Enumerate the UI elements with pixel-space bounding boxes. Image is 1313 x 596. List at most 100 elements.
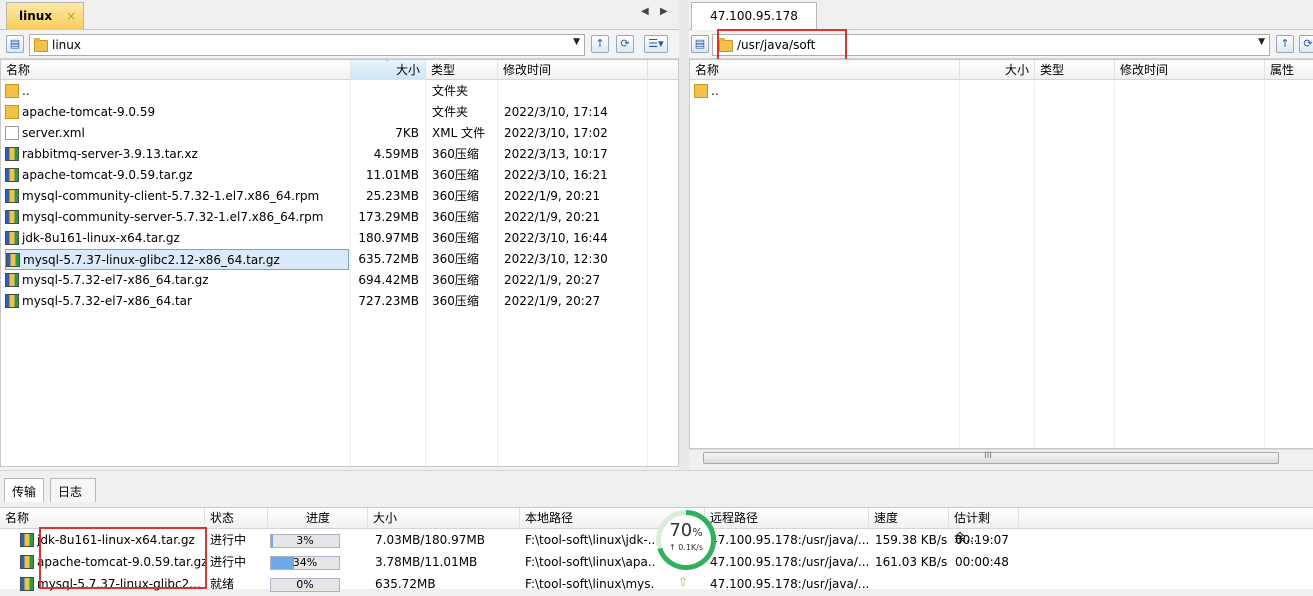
col-name[interactable]: 名称 bbox=[0, 508, 205, 528]
col-size[interactable]: 大小 bbox=[960, 60, 1035, 80]
file-name[interactable]: mysql-5.7.32-el7-x86_64.tar bbox=[5, 291, 349, 312]
col-type[interactable]: 类型 bbox=[426, 60, 498, 80]
col-progress[interactable]: 进度 bbox=[268, 508, 368, 528]
speed-gauge[interactable]: 70% ↑ 0.1K/s bbox=[656, 510, 716, 570]
bottom-tabbar: 传输 日志 bbox=[0, 478, 1313, 502]
file-row[interactable]: apache-tomcat-9.0.59.tar.gz 11.01MB 360压缩 2… bbox=[1, 165, 678, 186]
file-size: 11.01MB bbox=[366, 168, 419, 182]
transfer-speed: 159.38 KB/s bbox=[875, 533, 948, 547]
file-type: 360压缩 bbox=[432, 168, 479, 182]
transfer-speed: 161.03 KB/s bbox=[875, 555, 948, 569]
transfer-size: 7.03MB/180.97MB bbox=[375, 533, 485, 547]
col-name[interactable]: 名称 bbox=[690, 60, 960, 80]
file-name[interactable]: .. bbox=[694, 81, 954, 102]
transfer-eta bbox=[955, 574, 1019, 595]
file-mtime: 2022/3/10, 16:44 bbox=[504, 231, 608, 245]
left-file-list: 名称 ˄ 大小 类型 修改时间 .. 文件夹 apache-tomcat-9.0.59… bbox=[0, 59, 679, 467]
parent-folder-icon[interactable]: ↑ bbox=[591, 35, 609, 53]
archive-icon bbox=[5, 168, 19, 182]
col-name[interactable]: 名称 bbox=[1, 60, 351, 80]
file-type: 文件夹 bbox=[432, 105, 469, 119]
transfer-header: 名称 状态 进度 大小 本地路径 远程路径 速度 估计剩余... bbox=[0, 508, 1313, 545]
archive-icon bbox=[5, 294, 19, 308]
file-type: 360压缩 bbox=[432, 273, 479, 287]
file-type: XML 文件 bbox=[432, 126, 486, 140]
transfer-eta: 00:19:07 bbox=[955, 533, 1009, 547]
file-name[interactable]: server.xml bbox=[5, 123, 349, 144]
archive-icon bbox=[5, 210, 19, 224]
tab-linux[interactable]: linux × bbox=[6, 2, 84, 30]
file-type: 文件夹 bbox=[432, 84, 469, 98]
refresh-icon[interactable]: ⟳ bbox=[616, 35, 634, 53]
scroll-thumb[interactable]: III bbox=[703, 451, 1279, 464]
right-hscrollbar[interactable]: III bbox=[689, 449, 1313, 466]
file-name[interactable]: .. bbox=[5, 81, 349, 102]
file-name[interactable]: mysql-5.7.32-el7-x86_64.tar.gz bbox=[5, 270, 349, 291]
tab-log[interactable]: 日志 bbox=[50, 478, 96, 502]
close-icon[interactable]: × bbox=[66, 9, 76, 23]
chevron-down-icon[interactable]: ▼ bbox=[573, 37, 580, 47]
file-mtime: 2022/3/10, 12:30 bbox=[504, 252, 608, 266]
panel-toggle-icon[interactable]: ▤ bbox=[691, 35, 709, 53]
upload-arrow-icon: ⇧ bbox=[678, 575, 689, 589]
file-row[interactable]: jdk-8u161-linux-x64.tar.gz 180.97MB 360压缩 2… bbox=[1, 228, 678, 249]
col-eta[interactable]: 估计剩余... bbox=[949, 508, 1019, 545]
file-row[interactable]: .. 文件夹 bbox=[1, 81, 678, 102]
file-size: 694.42MB bbox=[358, 273, 419, 287]
transfer-local: F:\tool-soft\linux\apa... bbox=[525, 555, 655, 569]
tab-remote-host[interactable]: 47.100.95.178 bbox=[691, 2, 817, 30]
file-type: 360压缩 bbox=[432, 252, 479, 266]
file-name[interactable]: apache-tomcat-9.0.59.tar.gz bbox=[5, 165, 349, 186]
file-mtime: 2022/3/10, 16:21 bbox=[504, 168, 608, 182]
tab-scroll-right-icon[interactable]: ▶ bbox=[660, 6, 668, 17]
file-row[interactable]: mysql-community-server-5.7.32-1.el7.x86_… bbox=[1, 207, 678, 228]
view-mode-icon[interactable]: ☰▾ bbox=[644, 35, 668, 53]
refresh-icon[interactable]: ⟳ bbox=[1299, 35, 1313, 53]
col-remote[interactable]: 远程路径 bbox=[705, 508, 869, 528]
col-status[interactable]: 状态 bbox=[205, 508, 268, 528]
col-mtime[interactable]: 修改时间 bbox=[1115, 60, 1265, 80]
transfer-size: 3.78MB/11.01MB bbox=[375, 555, 478, 569]
folder-icon bbox=[5, 105, 19, 119]
file-row[interactable]: mysql-5.7.32-el7-x86_64.tar.gz 694.42MB 36… bbox=[1, 270, 678, 291]
tab-label: linux bbox=[19, 9, 53, 23]
file-name[interactable]: jdk-8u161-linux-x64.tar.gz bbox=[5, 228, 349, 249]
col-attr[interactable]: 属性 bbox=[1265, 60, 1313, 80]
right-tabbar: 47.100.95.178 bbox=[689, 0, 1313, 30]
col-type[interactable]: 类型 bbox=[1035, 60, 1115, 80]
file-name[interactable]: apache-tomcat-9.0.59 bbox=[5, 102, 349, 123]
bottom-splitter[interactable] bbox=[0, 470, 1313, 478]
file-row[interactable]: mysql-5.7.37-linux-glibc2.12-x86_64.tar.… bbox=[1, 249, 678, 270]
col-mtime[interactable]: 修改时间 bbox=[498, 60, 648, 80]
file-row[interactable]: mysql-community-client-5.7.32-1.el7.x86_… bbox=[1, 186, 678, 207]
file-name[interactable]: mysql-community-server-5.7.32-1.el7.x86_… bbox=[5, 207, 349, 228]
progress-bar: 3% bbox=[270, 534, 340, 548]
col-size[interactable]: 大小 bbox=[368, 508, 520, 528]
file-row[interactable]: apache-tomcat-9.0.59 文件夹 2022/3/10, 17:14 bbox=[1, 102, 678, 123]
parent-folder-icon[interactable]: ↑ bbox=[1276, 35, 1294, 53]
transfer-size: 635.72MB bbox=[375, 577, 436, 591]
file-name[interactable]: rabbitmq-server-3.9.13.tar.xz bbox=[5, 144, 349, 165]
transfer-status: 进行中 bbox=[210, 533, 247, 547]
pane-splitter[interactable] bbox=[679, 0, 689, 470]
chevron-down-icon[interactable]: ▼ bbox=[1258, 37, 1265, 47]
transfer-remote: 47.100.95.178:/usr/java/... bbox=[710, 533, 868, 547]
file-name[interactable]: mysql-5.7.37-linux-glibc2.12-x86_64.tar.… bbox=[5, 249, 349, 270]
tab-transfer[interactable]: 传输 bbox=[4, 478, 45, 502]
file-row[interactable]: mysql-5.7.32-el7-x86_64.tar 727.23MB 360压缩… bbox=[1, 291, 678, 312]
col-size[interactable]: ˄ 大小 bbox=[351, 60, 426, 80]
file-row[interactable]: rabbitmq-server-3.9.13.tar.xz 4.59MB 360压缩… bbox=[1, 144, 678, 165]
file-row[interactable]: .. bbox=[690, 81, 1313, 102]
left-rows: .. 文件夹 apache-tomcat-9.0.59 文件夹 2022/3/10, 1… bbox=[1, 81, 678, 312]
progress-bar: 0% bbox=[270, 578, 340, 592]
left-path-combo[interactable]: linux ▼ bbox=[29, 34, 585, 56]
tab-scroll-left-icon[interactable]: ◀ bbox=[641, 6, 649, 17]
file-mtime: 2022/3/10, 17:02 bbox=[504, 126, 608, 140]
col-speed[interactable]: 速度 bbox=[869, 508, 949, 528]
file-size: 7KB bbox=[395, 126, 419, 140]
panel-toggle-icon[interactable]: ▤ bbox=[6, 35, 24, 53]
archive-icon bbox=[5, 147, 19, 161]
file-type: 360压缩 bbox=[432, 210, 479, 224]
file-row[interactable]: server.xml 7KB XML 文件 2022/3/10, 17:02 bbox=[1, 123, 678, 144]
file-name[interactable]: mysql-community-client-5.7.32-1.el7.x86_… bbox=[5, 186, 349, 207]
